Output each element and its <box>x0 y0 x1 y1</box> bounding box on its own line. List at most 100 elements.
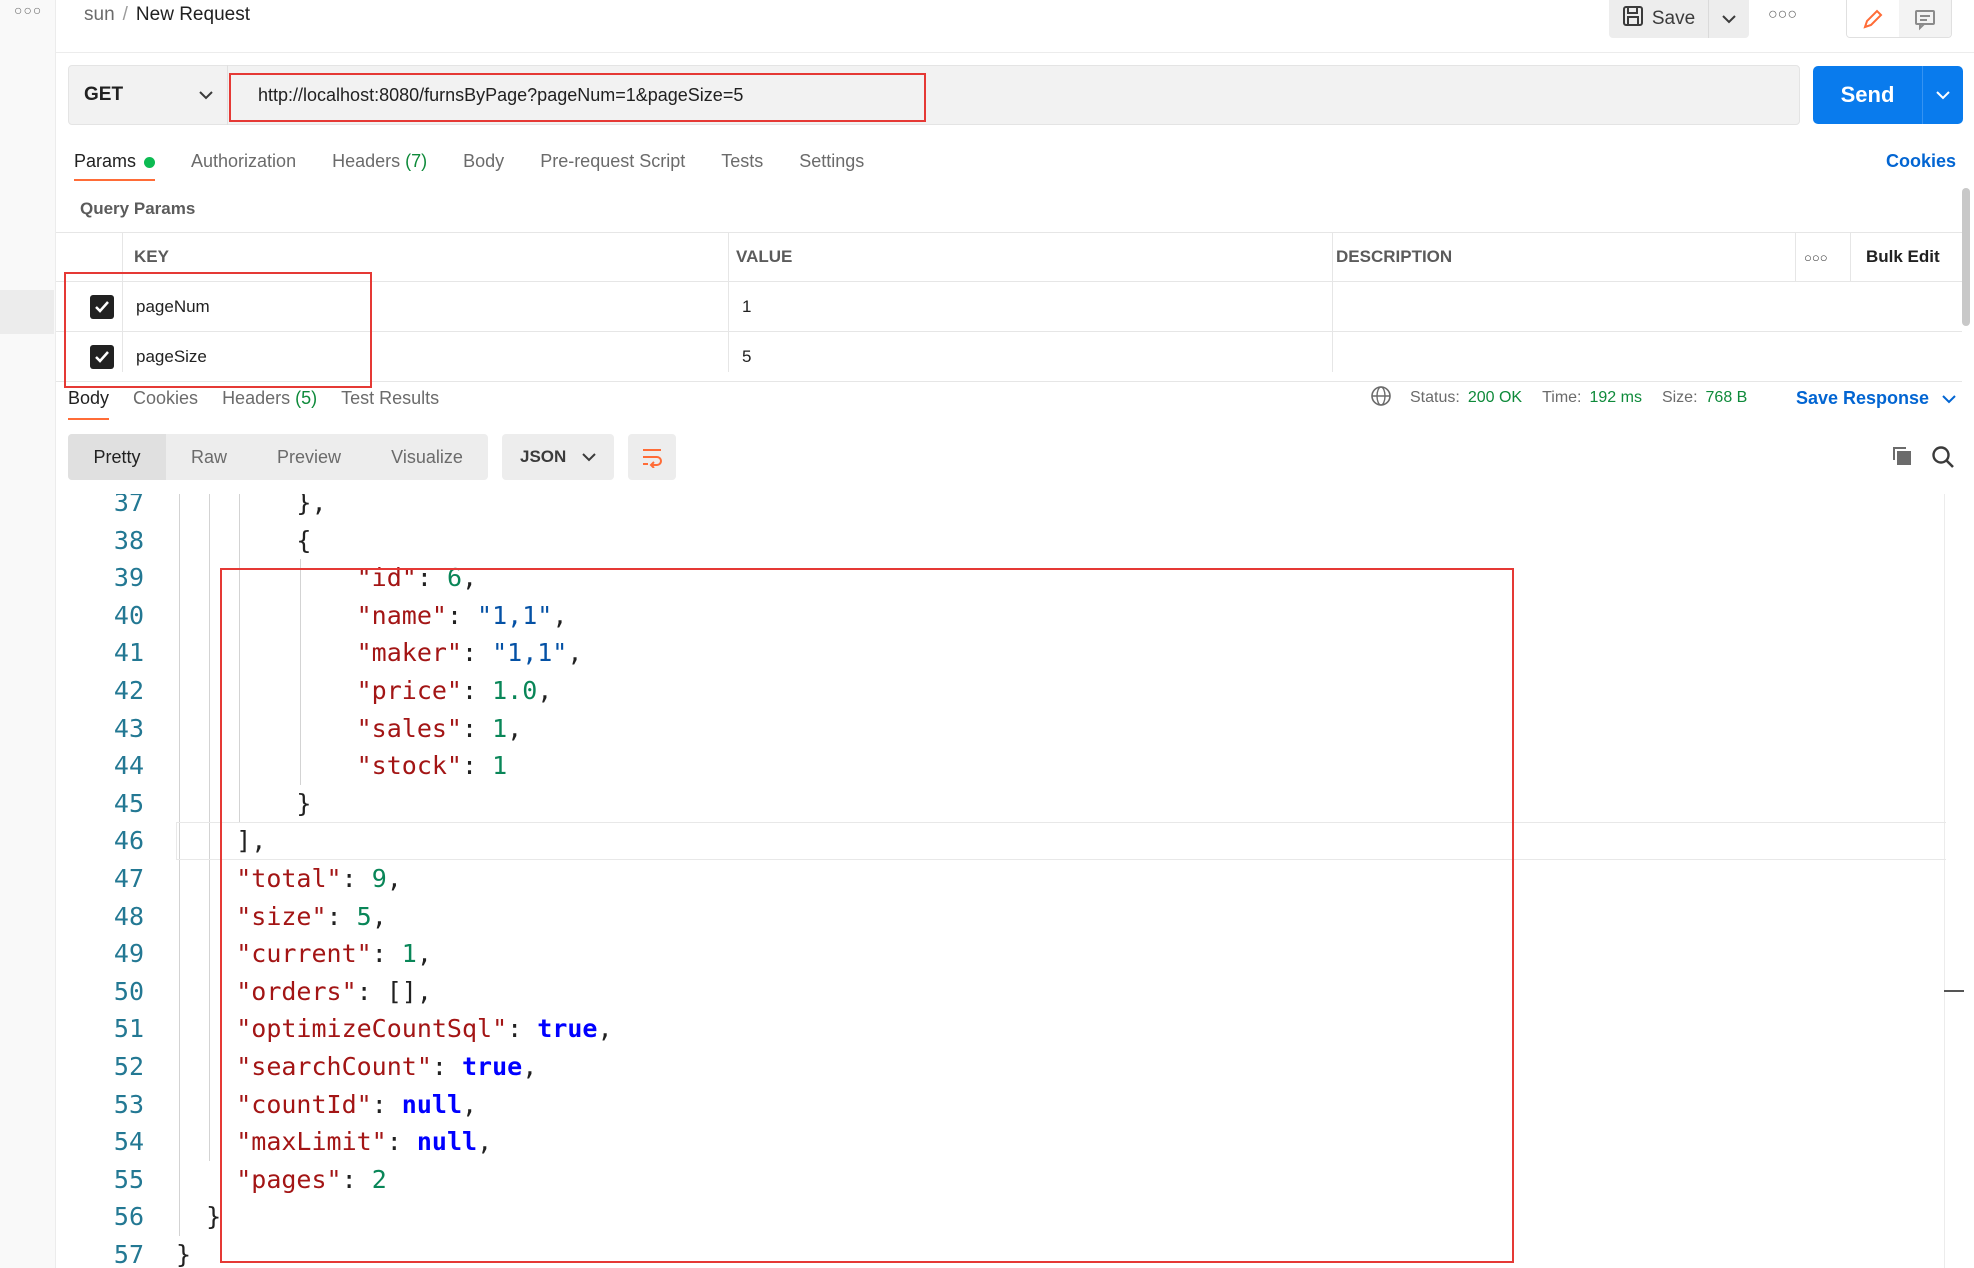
line-number: 42 <box>113 676 144 705</box>
size-label: Size: <box>1661 389 1698 406</box>
response-tab-body-label: Body <box>68 388 110 408</box>
column-divider <box>728 232 729 372</box>
params-scrollbar[interactable] <box>1962 188 1970 326</box>
status-value[interactable]: 200 OK <box>1468 389 1522 407</box>
tab-body[interactable]: Body <box>463 146 504 186</box>
search-icon[interactable] <box>1930 444 1956 475</box>
response-tabs: Body Cookies Headers (5) Test Results <box>68 384 463 420</box>
tab-settings[interactable]: Settings <box>799 146 864 186</box>
request-tabs: Params Authorization Headers (7) Body Pr… <box>74 146 900 190</box>
line-number: 56 <box>113 1202 144 1232</box>
line-number: 49 <box>113 939 144 969</box>
tab-pre-request-label: Pre-request Script <box>540 151 686 171</box>
tab-headers[interactable]: Headers (7) <box>332 146 427 186</box>
method-select[interactable]: GET <box>68 65 228 125</box>
chevron-down-icon <box>582 447 596 467</box>
tab-authorization[interactable]: Authorization <box>191 146 296 186</box>
more-horizontal-icon[interactable]: ○○○ <box>1768 6 1797 24</box>
line-number: 54 <box>113 1127 144 1157</box>
param-value[interactable]: 5 <box>742 332 751 381</box>
line-number: 52 <box>113 1052 144 1081</box>
save-button[interactable]: Save <box>1609 0 1709 38</box>
tab-headers-label: Headers <box>332 151 401 171</box>
breadcrumb-separator: / <box>122 4 128 25</box>
tab-tests-label: Tests <box>721 151 764 171</box>
tab-params-label: Params <box>74 151 137 171</box>
response-meta: Status: 200 OK Time: 192 ms Size: 768 B <box>1370 384 1759 412</box>
copy-icon[interactable] <box>1890 444 1914 473</box>
floppy-disk-icon <box>1622 5 1644 33</box>
tab-tests[interactable]: Tests <box>721 146 763 186</box>
code-text: { <box>176 525 312 555</box>
rail-more-icon[interactable]: ○○○ <box>14 2 42 18</box>
send-options-chevron-icon[interactable] <box>1923 66 1963 124</box>
line-number: 38 <box>113 525 144 555</box>
tab-pre-request-script[interactable]: Pre-request Script <box>540 146 685 186</box>
bulk-edit-button[interactable]: Bulk Edit <box>1866 233 1940 281</box>
view-preview[interactable]: Preview <box>252 434 366 480</box>
breadcrumb-workspace[interactable]: sun <box>84 4 115 25</box>
time-value[interactable]: 192 ms <box>1589 389 1641 407</box>
line-number: 50 <box>113 976 144 1006</box>
annotation-box-response <box>220 568 1514 1263</box>
response-tab-body[interactable]: Body <box>68 384 110 420</box>
code-text: } <box>176 1202 222 1232</box>
more-horizontal-icon[interactable]: ○○○ <box>1804 233 1828 281</box>
line-number: 37 <box>113 494 144 517</box>
request-name[interactable]: New Request <box>136 4 250 25</box>
response-tab-headers[interactable]: Headers (5) <box>222 384 317 420</box>
wrap-lines-icon[interactable] <box>628 434 676 480</box>
pencil-icon[interactable] <box>1847 0 1899 37</box>
chevron-down-icon <box>1934 388 1956 408</box>
format-select[interactable]: JSON <box>502 434 614 480</box>
view-mode-segmented: Pretty Raw Preview Visualize <box>68 434 488 480</box>
annotation-box-params <box>64 272 372 388</box>
view-visualize[interactable]: Visualize <box>366 434 488 480</box>
response-tab-test-results[interactable]: Test Results <box>341 384 439 420</box>
method-label: GET <box>84 84 124 105</box>
code-line: 38 { <box>56 522 1946 560</box>
globe-icon[interactable] <box>1370 385 1392 412</box>
rail-selected-item[interactable] <box>0 290 54 334</box>
line-number: 48 <box>113 901 144 931</box>
view-raw[interactable]: Raw <box>166 434 252 480</box>
line-number: 45 <box>113 788 144 818</box>
response-headers-count: (5) <box>295 388 318 408</box>
column-divider <box>1795 232 1796 282</box>
value-header: VALUE <box>736 247 793 266</box>
response-tab-test-results-label: Test Results <box>341 388 440 408</box>
query-params-title: Query Params <box>80 199 196 218</box>
send-button-group: Send <box>1813 66 1963 124</box>
column-divider <box>1850 232 1851 282</box>
tab-body-label: Body <box>463 151 505 171</box>
line-number: 51 <box>113 1014 144 1044</box>
chevron-down-icon <box>199 84 213 106</box>
code-text: }, <box>176 494 327 517</box>
save-options-chevron-icon[interactable] <box>1709 14 1749 24</box>
code-line: 37 }, <box>56 494 1946 522</box>
annotation-box-url <box>229 73 926 122</box>
description-header: DESCRIPTION <box>1336 247 1453 266</box>
status-label: Status: <box>1410 389 1460 406</box>
save-response-button[interactable]: Save Response <box>1796 384 1956 412</box>
column-divider <box>1332 232 1333 372</box>
tab-headers-count: (7) <box>405 151 428 171</box>
save-label: Save <box>1651 8 1696 29</box>
tab-authorization-label: Authorization <box>191 151 297 171</box>
response-tab-cookies[interactable]: Cookies <box>133 384 198 420</box>
time-label: Time: <box>1542 389 1582 406</box>
line-number: 40 <box>113 600 144 630</box>
tab-settings-label: Settings <box>799 151 865 171</box>
format-label: JSON <box>520 447 567 466</box>
line-number: 44 <box>113 751 144 781</box>
line-number: 46 <box>113 826 144 856</box>
size-value[interactable]: 768 B <box>1706 389 1748 407</box>
view-pretty[interactable]: Pretty <box>68 434 166 480</box>
header-divider <box>56 52 1974 53</box>
send-button[interactable]: Send <box>1813 66 1923 124</box>
comment-icon[interactable] <box>1899 0 1951 37</box>
param-value[interactable]: 1 <box>742 282 751 331</box>
cookies-link[interactable]: Cookies <box>1886 146 1956 176</box>
editor-scrollbar-thumb[interactable] <box>1944 990 1964 992</box>
tab-params[interactable]: Params <box>74 146 156 186</box>
